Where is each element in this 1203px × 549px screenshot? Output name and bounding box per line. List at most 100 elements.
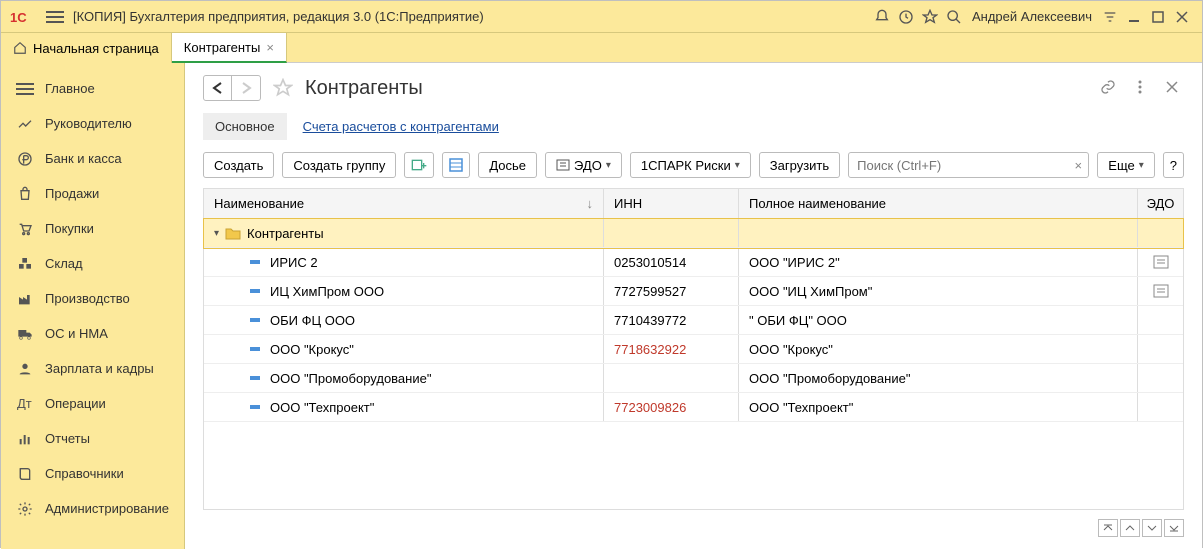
user-name[interactable]: Андрей Алексеевич xyxy=(972,9,1092,24)
search-icon[interactable] xyxy=(942,5,966,29)
grid-body: ▾ Контрагенты ИРИС 20253010514ООО "ИРИС … xyxy=(204,219,1183,509)
sidebar-item-sales[interactable]: Продажи xyxy=(1,176,184,211)
close-icon[interactable] xyxy=(1170,5,1194,29)
row-full: ООО "Техпроект" xyxy=(739,393,1138,421)
star-icon[interactable] xyxy=(918,5,942,29)
folder-icon xyxy=(225,226,241,240)
sidebar-item-admin[interactable]: Администрирование xyxy=(1,491,184,526)
new-folder-button[interactable] xyxy=(404,152,434,178)
sidebar-item-stock[interactable]: Склад xyxy=(1,246,184,281)
table-row[interactable]: ООО "Техпроект"7723009826ООО "Техпроект" xyxy=(204,393,1183,422)
table-row[interactable]: ИЦ ХимПром ООО7727599527ООО "ИЦ ХимПром" xyxy=(204,277,1183,306)
sidebar-item-bank[interactable]: Банк и касса xyxy=(1,141,184,176)
table-row[interactable]: ООО "Крокус"7718632922ООО "Крокус" xyxy=(204,335,1183,364)
tabs-row: Начальная страница Контрагенты × xyxy=(1,33,1202,63)
row-name: ИРИС 2 xyxy=(270,255,318,270)
col-inn-header[interactable]: ИНН xyxy=(604,189,739,218)
table-row[interactable]: ИРИС 20253010514ООО "ИРИС 2" xyxy=(204,248,1183,277)
create-button[interactable]: Создать xyxy=(203,152,274,178)
subtab-accounts[interactable]: Счета расчетов с контрагентами xyxy=(291,113,511,140)
load-button[interactable]: Загрузить xyxy=(759,152,840,178)
row-edo xyxy=(1138,393,1183,421)
minimize-icon[interactable] xyxy=(1122,5,1146,29)
sidebar-item-main[interactable]: Главное xyxy=(1,71,184,106)
chevron-down-icon: ▾ xyxy=(606,160,611,171)
more-vert-icon[interactable] xyxy=(1128,75,1152,99)
sidebar: Главное Руководителю Банк и касса Продаж… xyxy=(1,63,185,549)
row-name: ОБИ ФЦ ООО xyxy=(270,313,355,328)
spark-button[interactable]: 1СПАРК Риски▾ xyxy=(630,152,751,178)
sidebar-item-label: Склад xyxy=(45,256,83,271)
close-page-icon[interactable] xyxy=(1160,75,1184,99)
truck-icon xyxy=(15,326,35,342)
nav-forward-button[interactable] xyxy=(232,76,260,100)
subtab-main[interactable]: Основное xyxy=(203,113,287,140)
row-full: ООО "ИРИС 2" xyxy=(739,248,1138,276)
row-edo xyxy=(1138,277,1183,305)
scroll-top-button[interactable] xyxy=(1098,519,1118,537)
maximize-icon[interactable] xyxy=(1146,5,1170,29)
tab-home[interactable]: Начальная страница xyxy=(1,33,172,63)
sidebar-item-reports[interactable]: Отчеты xyxy=(1,421,184,456)
search-clear-icon[interactable]: × xyxy=(1068,158,1088,173)
dossier-button[interactable]: Досье xyxy=(478,152,537,178)
tab-current[interactable]: Контрагенты × xyxy=(172,33,287,63)
sidebar-item-label: ОС и НМА xyxy=(45,326,108,341)
search-input[interactable]: × xyxy=(848,152,1089,178)
edo-button[interactable]: ЭДО▾ xyxy=(545,152,622,178)
chevron-down-icon: ▾ xyxy=(1139,160,1144,171)
menu-icon[interactable] xyxy=(43,5,67,29)
history-icon[interactable] xyxy=(894,5,918,29)
row-full: " ОБИ ФЦ" ООО xyxy=(739,306,1138,334)
tab-close-icon[interactable]: × xyxy=(266,40,274,55)
sidebar-item-os[interactable]: ОС и НМА xyxy=(1,316,184,351)
sidebar-item-catalogs[interactable]: Справочники xyxy=(1,456,184,491)
help-button[interactable]: ? xyxy=(1163,152,1184,178)
row-inn: 7710439772 xyxy=(604,306,739,334)
settings-icon[interactable] xyxy=(1098,5,1122,29)
book-icon xyxy=(15,466,35,482)
sidebar-item-label: Руководителю xyxy=(45,116,132,131)
svg-text:Дт Кт: Дт Кт xyxy=(17,398,33,410)
bag-icon xyxy=(15,186,35,202)
sidebar-item-ops[interactable]: Дт Кт Операции xyxy=(1,386,184,421)
nav-back-button[interactable] xyxy=(204,76,232,100)
row-name: ИЦ ХимПром ООО xyxy=(270,284,384,299)
sidebar-item-salary[interactable]: Зарплата и кадры xyxy=(1,351,184,386)
bell-icon[interactable] xyxy=(870,5,894,29)
page-title: Контрагенты xyxy=(305,77,423,100)
grid-header: Наименование↓ ИНН Полное наименование ЭД… xyxy=(204,189,1183,219)
sidebar-item-label: Главное xyxy=(45,81,95,96)
row-inn xyxy=(604,364,739,392)
scroll-up-button[interactable] xyxy=(1120,519,1140,537)
list-view-button[interactable] xyxy=(442,152,470,178)
col-full-header[interactable]: Полное наименование xyxy=(739,189,1138,218)
link-icon[interactable] xyxy=(1096,75,1120,99)
search-field[interactable] xyxy=(849,158,1068,173)
svg-text:1С: 1С xyxy=(10,10,27,25)
favorite-star-icon[interactable] xyxy=(271,76,295,100)
sidebar-item-head[interactable]: Руководителю xyxy=(1,106,184,141)
collapse-icon[interactable]: ▾ xyxy=(214,228,219,239)
scroll-down-button[interactable] xyxy=(1142,519,1162,537)
row-inn: 7723009826 xyxy=(604,393,739,421)
sidebar-item-buy[interactable]: Покупки xyxy=(1,211,184,246)
table-row[interactable]: ООО "Промоборудование"ООО "Промоборудова… xyxy=(204,364,1183,393)
create-group-button[interactable]: Создать группу xyxy=(282,152,396,178)
row-full: ООО "ИЦ ХимПром" xyxy=(739,277,1138,305)
sidebar-item-label: Администрирование xyxy=(45,501,169,516)
sidebar-item-label: Операции xyxy=(45,396,106,411)
gear-icon xyxy=(15,501,35,517)
col-name-header[interactable]: Наименование↓ xyxy=(204,189,604,218)
more-button[interactable]: Еще▾ xyxy=(1097,152,1154,178)
col-edo-header[interactable]: ЭДО xyxy=(1138,189,1183,218)
group-row[interactable]: ▾ Контрагенты xyxy=(204,219,1183,248)
nav-buttons xyxy=(203,75,261,101)
row-edo xyxy=(1138,248,1183,276)
item-marker-icon xyxy=(250,376,260,380)
sidebar-item-prod[interactable]: Производство xyxy=(1,281,184,316)
sidebar-item-label: Банк и касса xyxy=(45,151,122,166)
scroll-bottom-button[interactable] xyxy=(1164,519,1184,537)
table-row[interactable]: ОБИ ФЦ ООО 7710439772" ОБИ ФЦ" ООО xyxy=(204,306,1183,335)
row-edo xyxy=(1138,364,1183,392)
